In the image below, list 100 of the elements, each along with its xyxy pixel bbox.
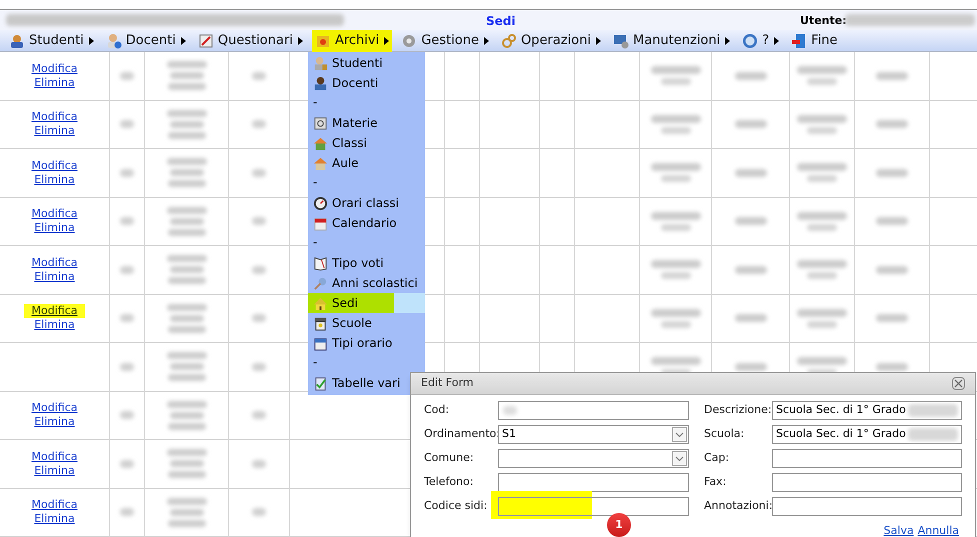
input-field[interactable] xyxy=(772,449,962,468)
blurred-text xyxy=(170,120,204,128)
gears-icon xyxy=(500,32,517,48)
dropdown-field[interactable] xyxy=(498,449,689,468)
field-label: Scuola: xyxy=(704,426,746,442)
dropdown-field[interactable]: S1 xyxy=(498,425,689,444)
blurred-text xyxy=(120,362,134,371)
blurred-text xyxy=(734,217,766,226)
table-link[interactable]: Elimina xyxy=(26,124,83,138)
menu-item[interactable]: Gestione xyxy=(398,30,492,52)
calendar-icon xyxy=(313,336,328,350)
dialog-link[interactable]: Salva xyxy=(884,523,914,537)
blurred-text xyxy=(168,326,206,333)
blurred-text xyxy=(876,362,908,371)
blurred-text xyxy=(807,224,837,231)
table-link[interactable]: Elimina xyxy=(26,76,83,90)
dropdown-item[interactable]: Scuole xyxy=(308,313,374,333)
dropdown-item[interactable]: Classi xyxy=(308,133,369,153)
table-link[interactable]: Modifica xyxy=(24,62,86,76)
blurred-text xyxy=(168,422,206,430)
dropdown-item[interactable]: Materie xyxy=(308,113,380,133)
blurred-text xyxy=(120,314,134,322)
scroll-icon xyxy=(313,116,328,130)
blurred-text xyxy=(876,120,908,128)
blurred-text xyxy=(168,471,206,478)
blurred-text xyxy=(650,260,700,268)
input-field[interactable]: Scuola Sec. di 1° Grado xyxy=(772,401,962,420)
chevron-down-icon[interactable] xyxy=(672,451,687,466)
input-field[interactable] xyxy=(498,473,689,492)
dropdown-item[interactable]: Tabelle vari xyxy=(308,373,402,393)
table-link[interactable]: Elimina xyxy=(26,415,83,430)
input-field[interactable] xyxy=(772,473,962,492)
dropdown-item[interactable]: Orari classi xyxy=(308,193,401,213)
blurred-text xyxy=(650,163,700,172)
monitor-icon xyxy=(613,32,629,48)
dropdown-item[interactable]: Tipo voti xyxy=(308,253,386,273)
table-link[interactable]: Modifica xyxy=(24,256,86,270)
dropdown-item[interactable]: Docenti xyxy=(308,73,380,93)
table-link[interactable]: Elimina xyxy=(26,464,83,478)
blurred-text xyxy=(734,168,766,177)
table-link[interactable]: Elimina xyxy=(26,270,83,284)
blurred-text xyxy=(503,406,517,415)
input-field[interactable] xyxy=(498,497,689,516)
input-field[interactable] xyxy=(498,401,689,420)
blurred-text xyxy=(170,169,204,176)
dropdown-item[interactable]: Sedi xyxy=(308,293,394,313)
exit-door-icon xyxy=(791,32,808,48)
field-label: Comune: xyxy=(424,450,475,466)
dropdown-item[interactable]: Calendario xyxy=(308,213,399,233)
table-link[interactable]: Modifica xyxy=(24,498,86,512)
blurred-text xyxy=(170,460,204,468)
table-link[interactable]: Elimina xyxy=(26,172,83,187)
dropdown-item[interactable]: Studenti xyxy=(308,53,385,73)
table-link[interactable]: Modifica xyxy=(24,158,86,173)
blurred-text xyxy=(650,66,700,74)
table-link[interactable]: Modifica xyxy=(24,110,86,124)
menu-item[interactable]: Docenti xyxy=(102,30,189,52)
blurred-text xyxy=(170,508,204,516)
dialog-link[interactable]: Annulla xyxy=(918,523,959,537)
table-link[interactable]: Elimina xyxy=(26,512,83,526)
blurred-text xyxy=(252,508,266,516)
blurred-text xyxy=(252,411,266,420)
calendar-icon xyxy=(313,216,328,230)
blurred-text xyxy=(660,224,690,231)
blurred-text xyxy=(120,460,134,468)
dropdown-item[interactable]: Anni scolastici xyxy=(308,273,420,293)
blurred-text xyxy=(120,266,134,274)
blurred-text xyxy=(797,308,847,317)
close-icon[interactable] xyxy=(952,377,965,390)
menu-item[interactable]: Archivi xyxy=(312,30,392,52)
table-link[interactable]: Elimina xyxy=(26,221,83,236)
blurred-text xyxy=(734,266,766,274)
menu-item[interactable]: Manutenzioni xyxy=(610,30,734,52)
table-link[interactable]: Modifica xyxy=(24,401,86,416)
table-link[interactable]: Modifica xyxy=(24,450,86,464)
chevron-down-icon[interactable] xyxy=(672,427,687,442)
blurred-text xyxy=(660,272,690,280)
blurred-text xyxy=(166,304,206,311)
building-icon xyxy=(313,316,328,330)
blurred-text xyxy=(660,320,690,328)
menu-item[interactable]: Studenti xyxy=(6,30,97,52)
input-field[interactable] xyxy=(772,497,962,516)
menu-item[interactable]: Operazioni xyxy=(498,30,604,52)
blurred-text xyxy=(252,168,266,177)
blurred-text xyxy=(908,428,958,441)
menu-item[interactable]: Questionari xyxy=(194,30,306,52)
table-link[interactable]: Elimina xyxy=(26,318,83,332)
blurred-text xyxy=(168,277,206,284)
dropdown-item[interactable]: Tipi orario xyxy=(308,333,394,353)
blurred-text xyxy=(660,78,690,86)
menu-item[interactable]: Fine xyxy=(788,30,841,52)
blurred-text xyxy=(797,357,847,366)
dropdown-item[interactable]: Aule xyxy=(308,153,361,173)
table-link[interactable]: Modifica xyxy=(24,207,86,222)
house-icon xyxy=(313,156,328,170)
menu-item[interactable]: ? xyxy=(739,30,782,52)
table-link[interactable]: Modifica xyxy=(24,304,86,318)
blurred-text xyxy=(120,217,134,226)
blurred-text xyxy=(166,352,206,360)
input-field[interactable]: Scuola Sec. di 1° Grado xyxy=(772,425,962,444)
